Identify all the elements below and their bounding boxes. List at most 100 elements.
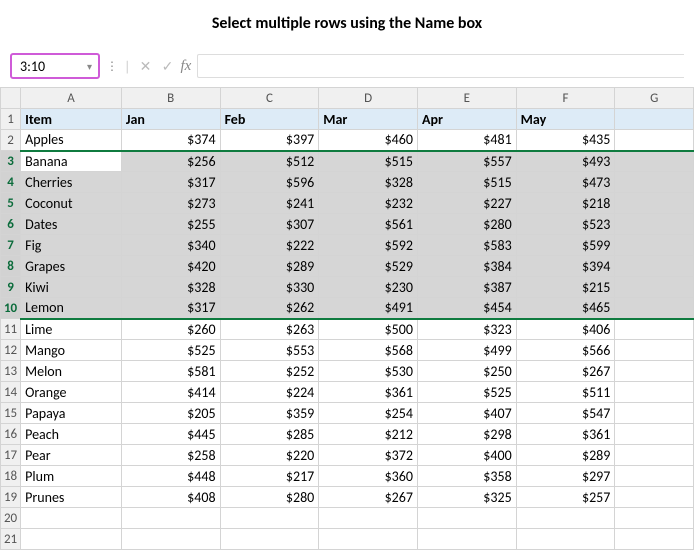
cell[interactable]: $224 [220,382,319,403]
row-header[interactable]: 11 [1,319,21,340]
cell-blank[interactable] [615,487,694,508]
cell[interactable]: $384 [417,256,516,277]
header-cell[interactable]: Item [21,109,122,130]
cell[interactable]: $553 [220,340,319,361]
cell[interactable]: $317 [121,298,220,319]
cell[interactable]: $273 [121,193,220,214]
cell[interactable] [121,529,220,550]
cell[interactable]: $406 [516,319,615,340]
cell[interactable]: $360 [319,466,418,487]
cell[interactable]: $599 [516,235,615,256]
cell[interactable]: $523 [516,214,615,235]
row-header[interactable]: 4 [1,172,21,193]
cell[interactable]: $408 [121,487,220,508]
cell[interactable]: Pear [21,445,122,466]
cell[interactable]: $529 [319,256,418,277]
row-header[interactable]: 18 [1,466,21,487]
cell[interactable]: $340 [121,235,220,256]
enter-icon[interactable]: ✓ [158,58,176,75]
cell[interactable]: $328 [121,277,220,298]
cell[interactable]: $581 [121,361,220,382]
cell[interactable]: $566 [516,340,615,361]
cell[interactable]: $267 [516,361,615,382]
cell[interactable]: $250 [417,361,516,382]
cell[interactable]: $280 [220,487,319,508]
row-header[interactable]: 14 [1,382,21,403]
cell[interactable]: $374 [121,130,220,151]
cell[interactable] [417,529,516,550]
row-header[interactable]: 8 [1,256,21,277]
cell[interactable]: $387 [417,277,516,298]
cell[interactable]: Fig [21,235,122,256]
cell[interactable]: Dates [21,214,122,235]
cell[interactable]: Orange [21,382,122,403]
cell[interactable] [220,508,319,529]
cell[interactable] [21,529,122,550]
cell[interactable]: $254 [319,403,418,424]
cell[interactable] [319,508,418,529]
cell-blank[interactable] [615,235,694,256]
cell[interactable]: $252 [220,361,319,382]
cell[interactable]: Peach [21,424,122,445]
cell[interactable]: $557 [417,151,516,172]
cell[interactable]: $465 [516,298,615,319]
formula-input[interactable] [197,54,684,78]
cell[interactable] [319,529,418,550]
cell-blank[interactable] [615,424,694,445]
cell[interactable]: $525 [121,340,220,361]
cell[interactable]: $255 [121,214,220,235]
cell-blank[interactable] [615,340,694,361]
cell-blank[interactable] [615,529,694,550]
header-cell[interactable]: Feb [220,109,319,130]
row-header[interactable]: 7 [1,235,21,256]
cell[interactable]: Mango [21,340,122,361]
cell[interactable]: $241 [220,193,319,214]
cell[interactable]: $325 [417,487,516,508]
cell[interactable] [516,508,615,529]
cell[interactable]: Kiwi [21,277,122,298]
cell-blank[interactable] [615,403,694,424]
row-header[interactable]: 20 [1,508,21,529]
cell[interactable]: $435 [516,130,615,151]
cell-blank[interactable] [615,508,694,529]
cell[interactable]: $420 [121,256,220,277]
cell[interactable]: $260 [121,319,220,340]
row-header[interactable]: 10 [1,298,21,319]
cell[interactable]: Lime [21,319,122,340]
cell[interactable]: $323 [417,319,516,340]
cell[interactable] [417,508,516,529]
fx-icon[interactable]: fx [180,58,191,75]
cell[interactable]: $297 [516,466,615,487]
cell-blank[interactable] [615,172,694,193]
cell[interactable]: $530 [319,361,418,382]
cell[interactable]: Cherries [21,172,122,193]
column-header-G[interactable]: G [615,88,694,109]
header-cell[interactable]: Apr [417,109,516,130]
cell[interactable]: $400 [417,445,516,466]
row-header[interactable]: 12 [1,340,21,361]
cell[interactable]: $289 [516,445,615,466]
cell[interactable]: $491 [319,298,418,319]
cell[interactable]: $215 [516,277,615,298]
row-header[interactable]: 2 [1,130,21,151]
cell-blank[interactable] [615,256,694,277]
cell[interactable]: $592 [319,235,418,256]
cell-blank[interactable] [615,382,694,403]
header-cell[interactable]: May [516,109,615,130]
cell[interactable]: Apples [21,130,122,151]
cell[interactable]: $285 [220,424,319,445]
cell[interactable]: $407 [417,403,516,424]
cell[interactable] [516,529,615,550]
row-header[interactable]: 1 [1,109,21,130]
cell-blank[interactable] [615,109,694,130]
header-cell[interactable]: Mar [319,109,418,130]
cell-blank[interactable] [615,277,694,298]
cell[interactable]: $511 [516,382,615,403]
cell-blank[interactable] [615,319,694,340]
row-header[interactable]: 9 [1,277,21,298]
name-box-input[interactable] [18,57,78,76]
cell[interactable]: $359 [220,403,319,424]
column-header-D[interactable]: D [319,88,418,109]
cell-blank[interactable] [615,466,694,487]
row-header[interactable]: 16 [1,424,21,445]
